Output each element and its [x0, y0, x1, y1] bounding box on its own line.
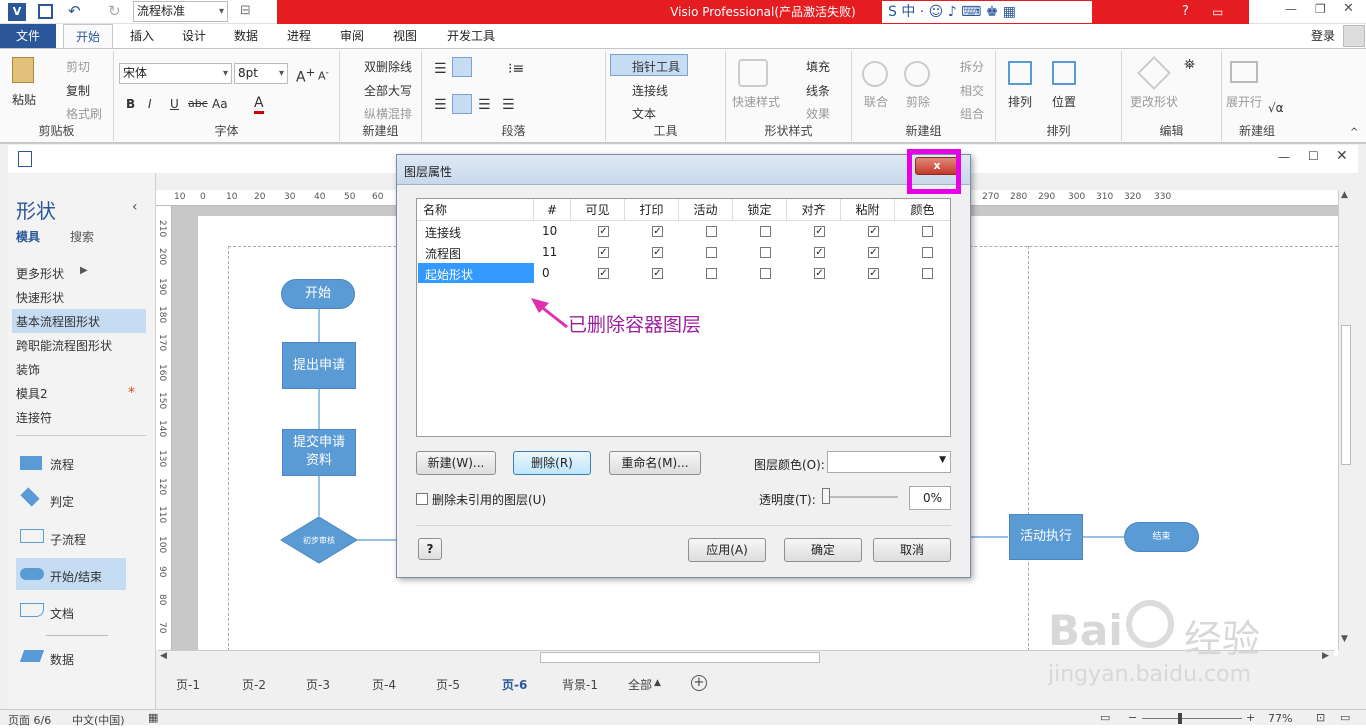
layer-name[interactable]: 流程图: [425, 245, 461, 262]
layer-color-label: 图层颜色(O):: [754, 458, 825, 472]
remove-unreferenced-checkbox[interactable]: [416, 493, 428, 505]
layer-properties-dialog: 图层属性 x 名称 # 可见 打印 活动 锁定 对齐 粘附 颜色 连接线 10 ✓ ✓…: [396, 154, 971, 578]
layer-checkbox[interactable]: [922, 247, 933, 258]
watermark-url: jingyan.baidu.com: [1048, 662, 1252, 687]
remove-unreferenced-label: 删除未引用的图层(U): [432, 493, 547, 507]
layer-checkbox[interactable]: ✓: [598, 247, 609, 258]
layer-checkbox[interactable]: [922, 268, 933, 279]
baidu-watermark: Bai 经验 jingyan.baidu.com: [1048, 600, 1308, 692]
layer-checkbox[interactable]: ✓: [652, 247, 663, 258]
apply-button[interactable]: 应用(A): [688, 538, 766, 562]
layer-name[interactable]: 起始形状: [425, 266, 473, 283]
page-tab-background[interactable]: 背景-1: [562, 676, 598, 693]
all-pages-arrow-icon[interactable]: ▲: [654, 678, 661, 688]
layer-name[interactable]: 连接线: [425, 224, 461, 241]
help-button[interactable]: ?: [418, 538, 442, 560]
page-tab-4[interactable]: 页-4: [372, 676, 396, 693]
layer-checkbox[interactable]: [706, 268, 717, 279]
new-layer-button[interactable]: 新建(W)...: [416, 451, 496, 475]
add-page-icon[interactable]: +: [691, 675, 707, 691]
dialog-separator: [416, 525, 951, 526]
transparency-slider[interactable]: [823, 496, 898, 498]
layer-count: 11: [542, 245, 558, 259]
transparency-input[interactable]: 0%: [909, 486, 951, 510]
layer-checkbox[interactable]: [760, 268, 771, 279]
transparency-value: 0%: [922, 491, 942, 505]
flow-submit-materials[interactable]: 提交申请资料: [282, 429, 356, 476]
layer-checkbox[interactable]: [706, 247, 717, 258]
col-header-glue[interactable]: 粘附: [841, 199, 895, 221]
watermark-brand2: 经验: [1184, 617, 1261, 661]
flow-start[interactable]: 开始: [281, 279, 355, 309]
status-language[interactable]: 中文(中国): [72, 712, 125, 728]
layer-checkbox[interactable]: ✓: [868, 268, 879, 279]
layer-checkbox[interactable]: ✓: [814, 247, 825, 258]
dialog-title-bar[interactable]: 图层属性 x: [397, 155, 970, 185]
col-header-active[interactable]: 活动: [679, 199, 733, 221]
ok-button[interactable]: 确定: [784, 538, 862, 562]
col-header-color[interactable]: 颜色: [895, 199, 950, 221]
flow-review-label[interactable]: 初步审核: [298, 535, 340, 546]
layer-checkbox[interactable]: ✓: [814, 268, 825, 279]
layer-count: 10: [542, 224, 558, 238]
zoom-slider[interactable]: [1142, 718, 1242, 719]
col-header-lock[interactable]: 锁定: [733, 199, 787, 221]
fit-window-icon[interactable]: ⊡: [1316, 711, 1325, 724]
fit-page-icon[interactable]: ▭: [1100, 711, 1110, 724]
layer-checkbox[interactable]: [922, 226, 933, 237]
status-page[interactable]: 页面 6/6: [8, 712, 51, 728]
close-highlight-box: [907, 149, 961, 194]
transparency-slider-thumb[interactable]: [822, 488, 830, 504]
macro-icon[interactable]: ▦: [148, 711, 158, 724]
status-bar: 页面 6/6 中文(中国) ▦ ▭ − + 77% ⊡ ▭: [0, 709, 1366, 728]
col-header-print[interactable]: 打印: [625, 199, 679, 221]
zoom-level[interactable]: 77%: [1268, 712, 1292, 725]
page-tab-5[interactable]: 页-5: [436, 676, 460, 693]
layer-count: 0: [542, 266, 550, 280]
cancel-button[interactable]: 取消: [873, 538, 951, 562]
layer-checkbox[interactable]: [760, 226, 771, 237]
col-header-name[interactable]: 名称: [417, 199, 534, 221]
page-tab-3[interactable]: 页-3: [306, 676, 330, 693]
layer-checkbox[interactable]: ✓: [868, 226, 879, 237]
rename-layer-button[interactable]: 重命名(M)...: [609, 451, 701, 475]
page-tab-6[interactable]: 页-6: [502, 676, 527, 693]
flow-submit-request[interactable]: 提出申请: [282, 342, 356, 389]
layer-checkbox[interactable]: ✓: [652, 268, 663, 279]
dialog-title: 图层属性: [404, 165, 453, 179]
transparency-label: 透明度(T):: [759, 493, 816, 507]
col-header-visible[interactable]: 可见: [571, 199, 625, 221]
layer-checkbox[interactable]: ✓: [598, 268, 609, 279]
layer-color-select[interactable]: ▼: [827, 451, 951, 473]
page-tab-2[interactable]: 页-2: [242, 676, 266, 693]
layer-checkbox[interactable]: ✓: [814, 226, 825, 237]
zoom-slider-thumb[interactable]: [1178, 713, 1182, 724]
delete-layer-button[interactable]: 删除(R): [513, 451, 591, 475]
col-header-count[interactable]: #: [534, 199, 571, 221]
flow-end[interactable]: 结束: [1124, 522, 1199, 552]
page-tab-1[interactable]: 页-1: [176, 676, 200, 693]
layer-checkbox[interactable]: ✓: [598, 226, 609, 237]
layer-checkbox[interactable]: [760, 247, 771, 258]
dropdown-arrow-icon: ▼: [939, 455, 946, 465]
switch-window-icon[interactable]: ▭: [1340, 711, 1350, 724]
watermark-brand: Bai: [1048, 606, 1123, 655]
layer-checkbox[interactable]: ✓: [652, 226, 663, 237]
annotation-text: 已删除容器图层: [568, 314, 702, 336]
flow-execute[interactable]: 活动执行: [1009, 514, 1083, 560]
layer-checkbox[interactable]: [706, 226, 717, 237]
col-header-snap[interactable]: 对齐: [787, 199, 841, 221]
baidu-paw-icon: [1126, 600, 1174, 648]
page-tab-all[interactable]: 全部: [628, 676, 652, 693]
zoom-in-icon[interactable]: +: [1246, 711, 1255, 724]
zoom-out-icon[interactable]: −: [1128, 711, 1137, 724]
layer-checkbox[interactable]: ✓: [868, 247, 879, 258]
